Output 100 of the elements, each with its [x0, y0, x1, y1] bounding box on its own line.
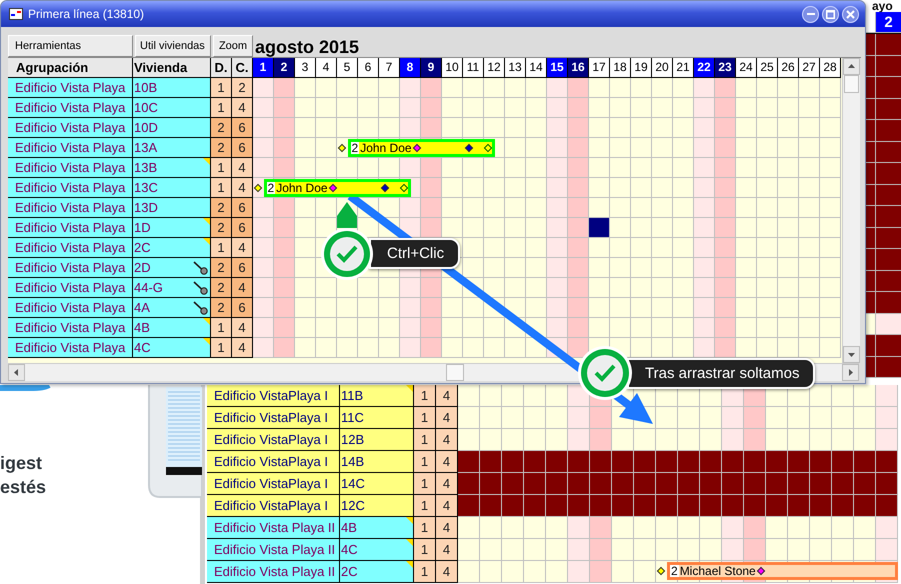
unit-label: 4C [341, 542, 358, 557]
day-header: 1 [253, 58, 274, 78]
bedrooms-cell: 2 [211, 258, 232, 278]
capacity-cell: 4 [436, 517, 458, 539]
day-header: 13 [505, 58, 526, 78]
capacity-cell: 4 [232, 158, 253, 178]
bedrooms-cell: 1 [414, 407, 436, 429]
persons-count: 2 [266, 182, 276, 194]
capacity-cell: 4 [436, 407, 458, 429]
unit-label: 1D [134, 220, 151, 235]
minimize-button[interactable] [802, 6, 819, 22]
day-header: 2 [274, 58, 295, 78]
day-header: 17 [589, 58, 610, 78]
capacity-cell: 6 [232, 118, 253, 138]
day-header: 18 [610, 58, 631, 78]
persons-count: 2 [350, 142, 360, 154]
group-cell: Edificio VistaPlaya I [207, 495, 340, 517]
unit-label: 14C [341, 476, 365, 491]
group-cell: Edificio VistaPlaya I [207, 429, 340, 451]
group-cell: Edificio VistaPlaya I [207, 473, 340, 495]
bedrooms-cell: 1 [211, 98, 232, 118]
scroll-right-icon[interactable] [842, 364, 859, 381]
day-header: 20 [652, 58, 673, 78]
unit-label: 12C [341, 498, 365, 513]
unit-label: 4B [341, 520, 357, 535]
bedrooms-cell: 1 [211, 178, 232, 198]
bedrooms-cell: 2 [211, 198, 232, 218]
bedrooms-cell: 1 [211, 158, 232, 178]
group-cell: Edificio Vista Playa [8, 338, 133, 358]
vertical-scrollbar[interactable] [842, 58, 860, 363]
capacity-cell: 4 [436, 539, 458, 561]
unit-label: 2C [341, 564, 358, 579]
day-header: 5 [337, 58, 358, 78]
unit-label: 13D [134, 200, 158, 215]
unit-label: 12B [341, 432, 364, 447]
logo-shape [0, 385, 52, 393]
group-cell: Edificio Vista Playa II [207, 517, 340, 539]
bedrooms-cell: 1 [414, 517, 436, 539]
scroll-thumb[interactable] [844, 75, 859, 93]
scroll-left-icon[interactable] [8, 364, 25, 381]
group-cell: Edificio VistaPlaya I [207, 407, 340, 429]
day-header: 3 [295, 58, 316, 78]
bedrooms-cell: 1 [211, 338, 232, 358]
toolbar-button[interactable]: Herramientas [8, 35, 133, 57]
day-header: 8 [400, 58, 421, 78]
day-header: 19 [631, 58, 652, 78]
day-header: 15 [547, 58, 568, 78]
column-header: Agrupación [8, 58, 133, 78]
check-badge-tooltip [577, 345, 633, 401]
group-cell: Edificio Vista Playa [8, 258, 133, 278]
group-cell: Edificio VistaPlaya I [207, 451, 340, 473]
toolbar-button[interactable]: Zoom [213, 35, 253, 57]
day-header: 23 [715, 58, 736, 78]
unit-label: 13C [134, 180, 158, 195]
column-header: C. [232, 58, 253, 78]
persons-count: 2 [670, 565, 679, 577]
day-header: 22 [694, 58, 715, 78]
column-header: D. [211, 58, 232, 78]
close-button[interactable] [842, 6, 859, 22]
day-header: 11 [463, 58, 484, 78]
bedrooms-cell: 1 [414, 385, 436, 407]
capacity-cell: 4 [232, 278, 253, 298]
month-title: agosto 2015 [254, 37, 360, 57]
group-cell: Edificio Vista Playa [8, 278, 133, 298]
bedrooms-cell: 2 [211, 278, 232, 298]
unit-label: 14B [341, 454, 364, 469]
capacity-cell: 6 [232, 198, 253, 218]
group-cell: Edificio VistaPlaya I [207, 385, 340, 407]
app-icon [9, 8, 23, 20]
booking-bar[interactable]: 2 John Doe [264, 179, 410, 197]
toolbar-button[interactable]: Util viviendas [135, 35, 211, 57]
bedrooms-cell: 1 [414, 539, 436, 561]
guest-name: John Doe [275, 182, 328, 194]
day-header: 24 [736, 58, 757, 78]
day-header: 14 [526, 58, 547, 78]
unit-label: 4B [134, 320, 150, 335]
scroll-thumb[interactable] [446, 364, 464, 381]
day-header [866, 12, 876, 33]
unit-label: 13A [134, 140, 158, 155]
capacity-cell: 4 [232, 238, 253, 258]
bedrooms-cell: 1 [211, 318, 232, 338]
day-header: 4 [316, 58, 337, 78]
day-header: 16 [568, 58, 589, 78]
scroll-down-icon[interactable] [843, 346, 860, 363]
capacity-cell: 6 [232, 298, 253, 318]
group-cell: Edificio Vista Playa II [207, 539, 340, 561]
maximize-button[interactable] [822, 6, 839, 22]
booking-bar[interactable]: 2 John Doe [348, 139, 494, 157]
scroll-up-icon[interactable] [843, 58, 860, 75]
group-cell: Edificio Vista Playa [8, 218, 133, 238]
group-cell: Edificio Vista Playa [8, 138, 133, 158]
bedrooms-cell: 1 [414, 451, 436, 473]
booking-bar[interactable]: 2 Michael Stone [667, 562, 898, 580]
capacity-cell: 4 [436, 473, 458, 495]
capacity-cell: 6 [232, 138, 253, 158]
unit-label: 44-G [134, 280, 163, 295]
day-header: 6 [358, 58, 379, 78]
callout-label: Tras arrastrar soltamos [627, 358, 816, 388]
guest-name: John Doe [359, 142, 412, 154]
unit-label: 13B [134, 160, 158, 175]
